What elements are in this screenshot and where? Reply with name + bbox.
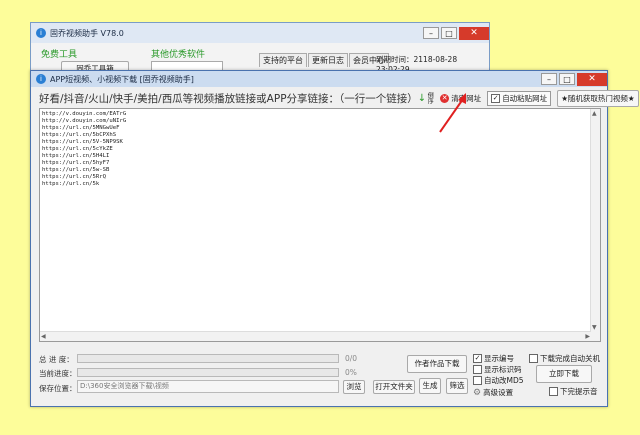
minimize-button[interactable]: – (541, 73, 557, 85)
downloader-window: i APP短视频、小视频下载 [固乔视频助手] – □ ✕ 好看/抖音/火山/快… (30, 70, 639, 407)
total-progress-text: 0/0 (345, 354, 358, 363)
link-line: https://url.cn/5hyF7 (42, 160, 110, 166)
link-line: https://url.cn/5H4LI (42, 153, 110, 159)
maximize-button[interactable]: □ (559, 73, 575, 85)
advanced-settings-link[interactable]: ⚙ 高级设置 (473, 387, 513, 398)
generate-button[interactable]: 生成 (419, 378, 441, 394)
scroll-down-icon[interactable]: ▼ (592, 324, 597, 331)
checkbox-icon (529, 354, 538, 363)
author-works-download-button[interactable]: 作者作品下载 (407, 355, 467, 373)
link-toolbar: 好看/抖音/火山/快手/美拍/西瓜等视频播放链接或APP分享链接：（一行一个链接… (33, 89, 639, 107)
done-sound-checkbox[interactable]: 下完提示音 (549, 386, 598, 397)
save-location-label: 保存位置： (39, 384, 77, 393)
save-path-input[interactable]: D:\360安全浏览器下载\视频 (77, 380, 339, 393)
app-icon: i (36, 28, 46, 38)
link-line: http://v.douyin.com/EATrG (42, 111, 127, 117)
main-window-titlebar: i 固乔视频助手 V78.0 – □ ✕ (31, 23, 489, 43)
reverse-order-button[interactable]: ↓ 倒序 (417, 92, 433, 104)
browse-button[interactable]: 浏览 (343, 380, 365, 394)
auto-md5-checkbox[interactable]: 自动改MD5 (473, 375, 524, 386)
scroll-up-icon[interactable]: ▲ (592, 110, 597, 117)
horizontal-scrollbar[interactable]: ◀ ▶ (40, 331, 591, 341)
link-line: https://url.cn/5RrQ (42, 174, 106, 180)
link-line: https://url.cn/5bCPXhS (42, 132, 117, 138)
current-progress-bar (77, 368, 339, 377)
link-line: https://url.cn/5w-SB (42, 167, 110, 173)
show-number-checkbox[interactable]: ✓ 显示编号 (473, 353, 514, 364)
downloader-titlebar: i APP短视频、小视频下载 [固乔视频助手] – □ ✕ (31, 71, 607, 87)
tab-platforms[interactable]: 支持的平台 (259, 53, 307, 67)
checkbox-icon: ✓ (473, 354, 482, 363)
download-now-button[interactable]: 立即下载 (536, 365, 592, 383)
back-tabs: 支持的平台 更新日志 会员中心 (259, 53, 390, 67)
link-list: http://v.douyin.com/EATrG http://v.douyin… (42, 111, 126, 188)
main-window-title: 固乔视频助手 V78.0 (50, 28, 124, 38)
link-line: https://url.cn/5cYkZE (42, 146, 113, 152)
minimize-button[interactable]: – (423, 27, 439, 39)
close-button[interactable]: ✕ (577, 72, 607, 86)
auto-shutdown-checkbox[interactable]: 下载完成自动关机 (529, 353, 600, 364)
random-hot-videos-button[interactable]: ★随机获取热门视频★ (557, 89, 639, 107)
filter-button[interactable]: 筛选 (446, 378, 468, 394)
maximize-button[interactable]: □ (441, 27, 457, 39)
checkbox-checked-icon: ✓ (491, 93, 501, 103)
annotation-arrow-icon (439, 93, 466, 133)
auto-paste-checkbox[interactable]: ✓ 自动粘贴网址 (487, 90, 552, 106)
current-progress-text: 0% (345, 368, 357, 377)
link-line: http://v.douyin.com/uNIrG (42, 118, 127, 124)
downloader-title: APP短视频、小视频下载 [固乔视频助手] (50, 74, 194, 84)
show-watermark-checkbox[interactable]: 显示标识码 (473, 364, 522, 375)
other-software-label: 其他优秀软件 (151, 50, 206, 60)
instruction-label: 好看/抖音/火山/快手/美拍/西瓜等视频播放链接或APP分享链接：（一行一个链接… (39, 92, 418, 105)
app-icon: i (36, 74, 46, 84)
checkbox-icon (549, 387, 558, 396)
link-line: https://url.cn/5V-5NP9SK (42, 139, 123, 145)
link-line: https://url.cn/5MNGwUeF (42, 125, 120, 131)
free-tools-label: 免费工具 (41, 50, 78, 60)
checkbox-icon (473, 376, 482, 385)
checkbox-icon (473, 365, 482, 374)
link-textarea[interactable]: http://v.douyin.com/EATrG http://v.douyin… (39, 108, 601, 342)
total-progress-label: 总 进 度： (39, 355, 74, 364)
vertical-scrollbar[interactable]: ▲ ▼ (590, 109, 600, 341)
gear-icon: ⚙ (473, 387, 482, 398)
scroll-right-icon[interactable]: ▶ (585, 333, 590, 340)
current-progress-label: 当前进度： (39, 369, 77, 378)
total-progress-bar (77, 354, 339, 363)
open-folder-button[interactable]: 打开文件夹 (373, 380, 415, 394)
link-line: https://url.cn/5k (42, 181, 100, 187)
arrow-down-icon: ↓ (417, 92, 427, 104)
scroll-left-icon[interactable]: ◀ (41, 333, 46, 340)
close-button[interactable]: ✕ (459, 26, 489, 40)
desktop-background: { "back_window": { "title": "固乔视频助手 V78.… (0, 0, 640, 435)
tab-changelog[interactable]: 更新日志 (308, 53, 348, 67)
